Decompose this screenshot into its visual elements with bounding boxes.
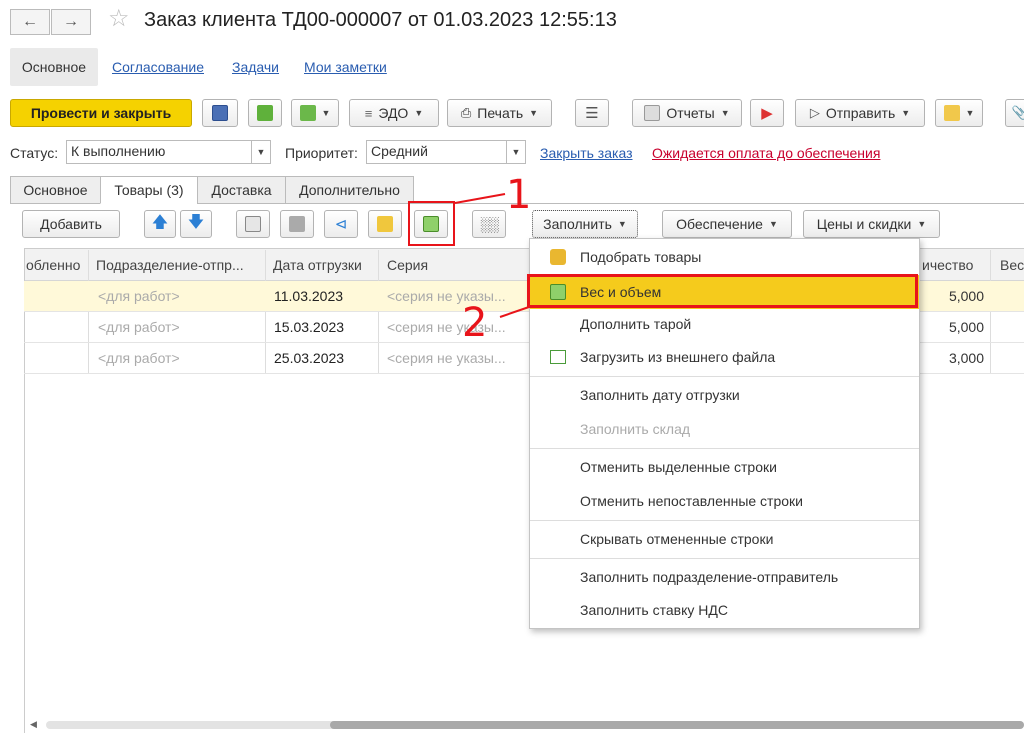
annotation-overlay	[454, 193, 530, 318]
annotation-line-2	[499, 306, 530, 318]
annotation-number-2: 2	[462, 300, 488, 346]
annotation-line-1	[454, 193, 506, 204]
annotation-number-1: 1	[506, 172, 532, 218]
